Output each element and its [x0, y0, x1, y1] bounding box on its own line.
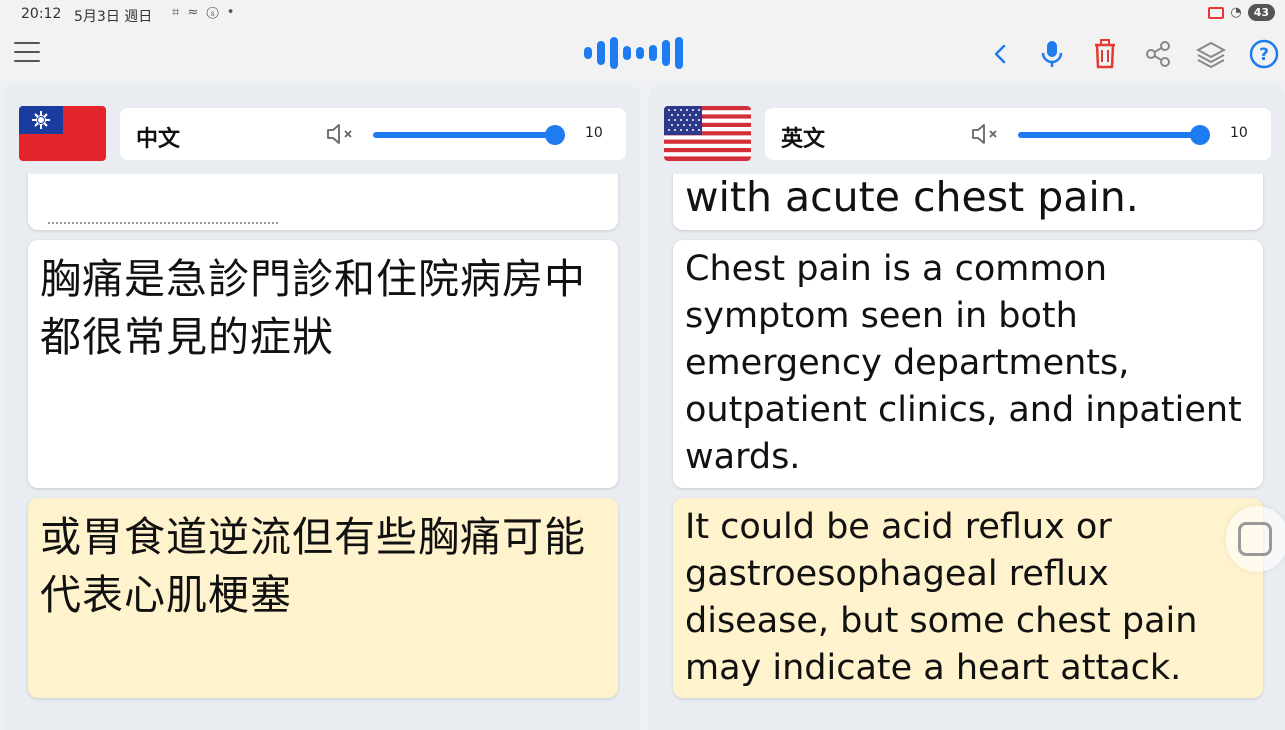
source-language-bar: 中文 10	[120, 108, 626, 160]
source-language-label[interactable]: 中文	[136, 121, 180, 153]
audio-wave-logo	[584, 36, 683, 70]
hamburger-menu-icon[interactable]	[14, 42, 40, 64]
chevron-left-icon[interactable]	[984, 38, 1016, 70]
microphone-icon[interactable]	[1036, 38, 1068, 70]
share-icon[interactable]	[1142, 38, 1174, 70]
transcript-text: It could be acid reflux or gastroesophag…	[685, 507, 1198, 688]
transcript-card[interactable]: Chest pain is a common symptom seen in b…	[673, 240, 1263, 488]
target-transcript-list[interactable]: with acute chest pain. Chest pain is a c…	[649, 174, 1285, 730]
layers-icon[interactable]	[1195, 38, 1227, 70]
transcript-card-active[interactable]: 或胃食道逆流但有些胸痛可能代表心肌梗塞	[28, 498, 618, 698]
volume-slider-thumb[interactable]	[1190, 125, 1210, 145]
transcript-card[interactable]: with acute chest pain.	[673, 174, 1263, 230]
volume-value: 10	[585, 125, 603, 141]
speaker-mute-icon[interactable]	[326, 122, 358, 146]
volume-slider[interactable]	[373, 125, 565, 145]
volume-value: 10	[1230, 125, 1248, 141]
taiwan-flag-icon[interactable]	[19, 106, 106, 161]
status-time: 20:12	[21, 6, 62, 22]
transcript-text: 胸痛是急診門診和住院病房中都很常見的症狀	[40, 255, 586, 361]
target-language-bar: 英文 10	[765, 108, 1271, 160]
status-bar: 20:12 5月3日 週日 ⌗ ≈ ⓢ • ◔ 43	[0, 0, 1285, 30]
transcript-text: with acute chest pain.	[685, 174, 1139, 221]
floating-assistive-button[interactable]	[1226, 506, 1285, 572]
transcript-text: Chest pain is a common symptom seen in b…	[685, 249, 1242, 477]
target-language-panel: 英文 10 with acute chest pain. Chest pain …	[649, 84, 1285, 730]
usa-flag-icon[interactable]	[664, 106, 751, 161]
top-toolbar: ?	[0, 30, 1285, 78]
battery-indicator: 43	[1247, 4, 1275, 21]
volume-slider[interactable]	[1018, 125, 1210, 145]
transcript-text: 或胃食道逆流但有些胸痛可能代表心肌梗塞	[40, 513, 586, 619]
notification-icons: ⌗ ≈ ⓢ •	[172, 5, 237, 20]
svg-text:?: ?	[1259, 45, 1269, 65]
status-date: 5月3日 週日	[74, 9, 153, 25]
transcript-card[interactable]: 胸痛是急診門診和住院病房中都很常見的症狀	[28, 240, 618, 488]
transcript-card[interactable]	[28, 174, 618, 230]
source-transcript-list[interactable]: 胸痛是急診門診和住院病房中都很常見的症狀 或胃食道逆流但有些胸痛可能代表心肌梗塞	[4, 174, 640, 730]
trash-icon[interactable]	[1089, 38, 1121, 70]
volume-slider-thumb[interactable]	[545, 125, 565, 145]
wifi-icon: ◔	[1230, 5, 1242, 20]
cast-icon	[1208, 6, 1225, 19]
source-language-panel: 中文 10 胸痛是急診門診和住院病房中都很常見的症狀 或胃食道逆流但有些胸痛可能…	[4, 84, 640, 730]
target-language-label[interactable]: 英文	[781, 121, 825, 153]
speaker-mute-icon[interactable]	[971, 122, 1003, 146]
transcript-card-active[interactable]: It could be acid reflux or gastroesophag…	[673, 498, 1263, 698]
help-icon[interactable]: ?	[1248, 38, 1280, 70]
